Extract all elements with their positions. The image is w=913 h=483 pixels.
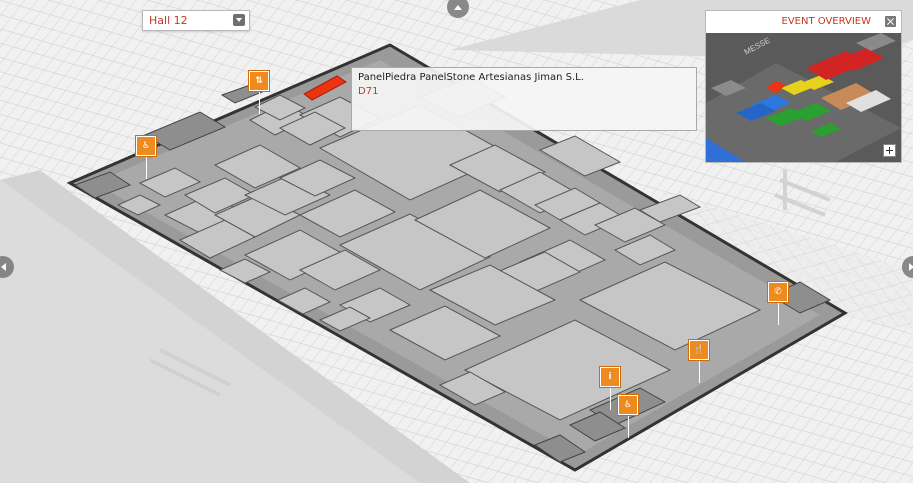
info-icon[interactable]: i — [600, 367, 620, 410]
wc-accessible-icon[interactable]: ♿ — [136, 136, 156, 179]
phone-icon[interactable]: ✆ — [768, 282, 788, 325]
event-overview-title: EVENT OVERVIEW — [781, 16, 872, 27]
overview-minimap[interactable]: MESSE — [706, 33, 901, 162]
hall-selector[interactable]: Hall 12 — [142, 10, 250, 31]
exhibitor-name: PanelPiedra PanelStone Artesianas Jiman … — [358, 72, 584, 83]
zoom-in-icon[interactable] — [883, 144, 896, 157]
chevron-down-icon[interactable] — [233, 14, 245, 26]
hall-selector-label: Hall 12 — [149, 14, 188, 27]
booth-tooltip: PanelPiedra PanelStone Artesianas Jiman … — [351, 67, 697, 131]
wc-accessible-icon[interactable]: ♿ — [618, 395, 638, 438]
event-overview-panel[interactable]: EVENT OVERVIEW MESSE — [705, 10, 902, 163]
elevator-icon[interactable]: ⇅ — [249, 71, 269, 114]
close-icon[interactable] — [885, 16, 896, 27]
booth-number[interactable]: D71 — [358, 86, 378, 97]
restaurant-icon[interactable]: 🍴 — [689, 340, 709, 383]
